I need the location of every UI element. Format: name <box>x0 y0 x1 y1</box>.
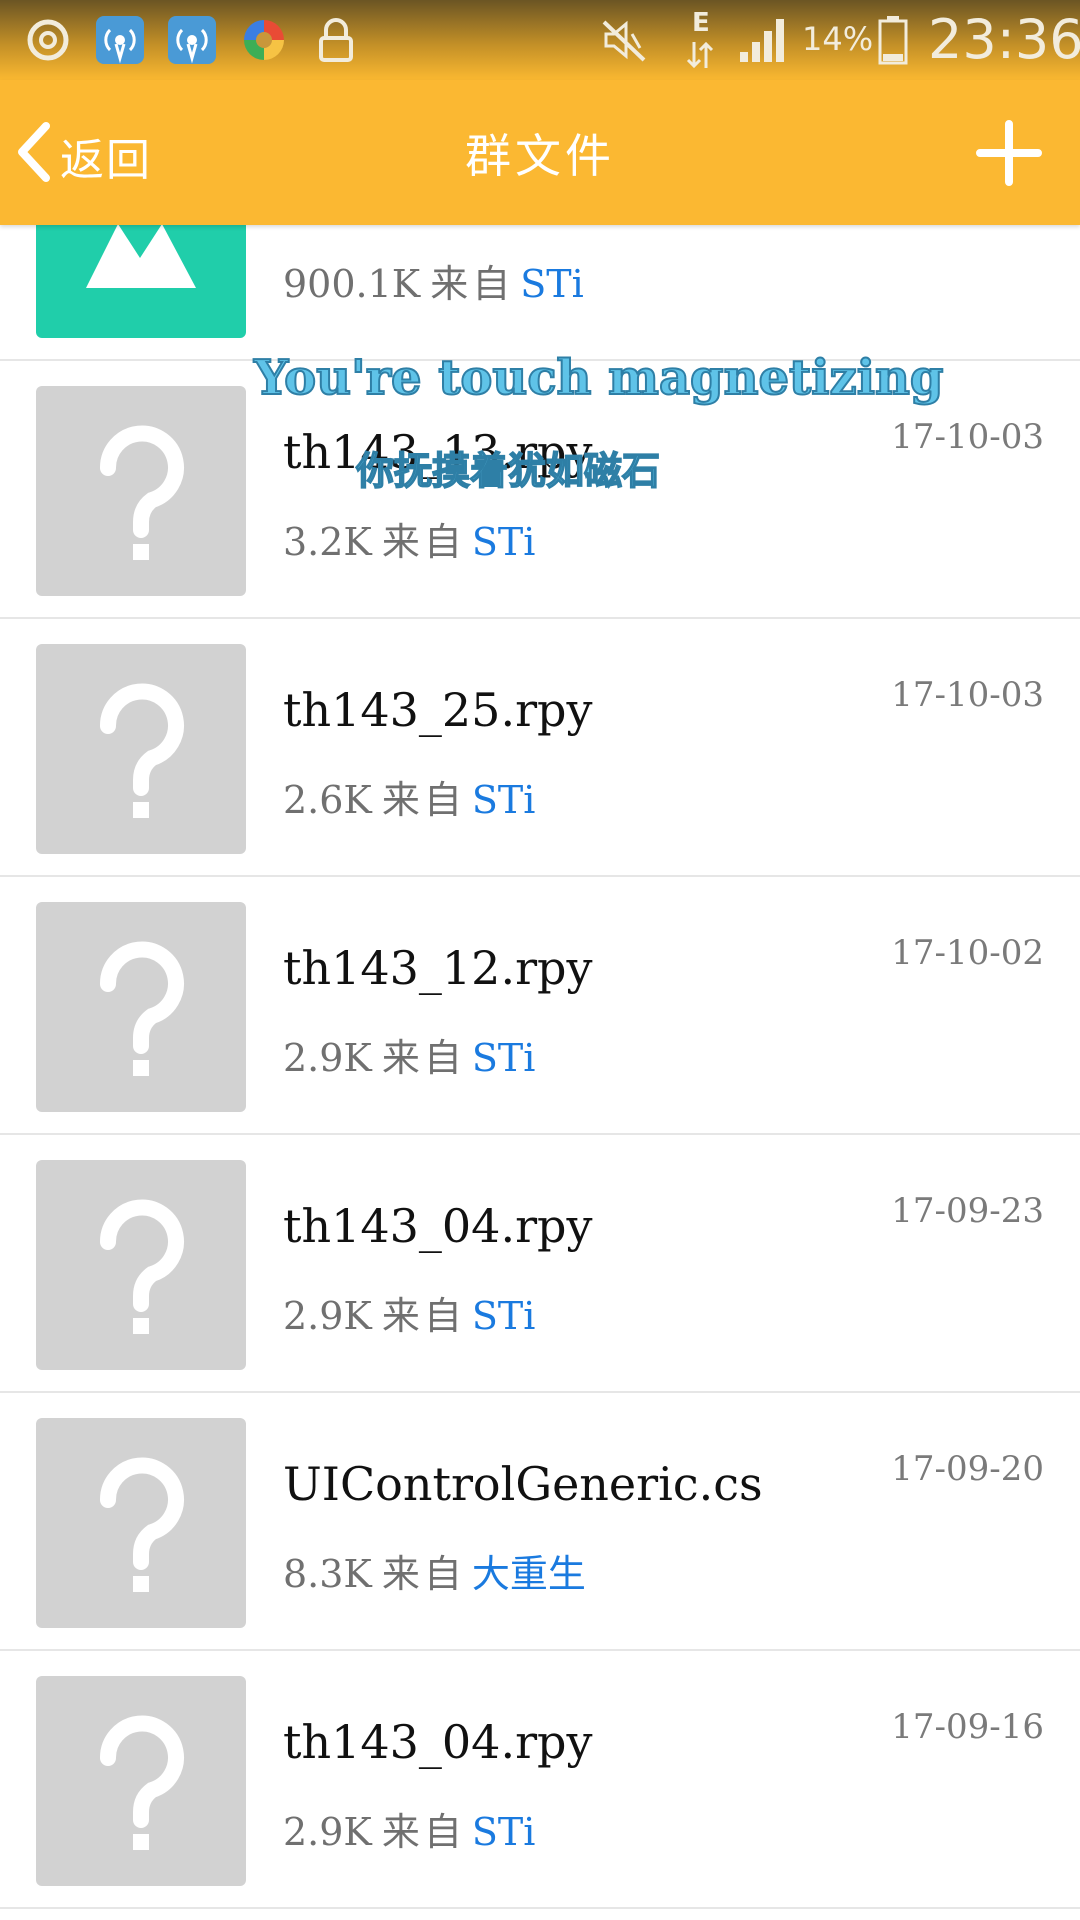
from-label: 来自 <box>381 1036 466 1080</box>
unknown-file-icon <box>36 1676 246 1886</box>
file-row[interactable]: 900.1K 来自 STi <box>0 225 1080 361</box>
file-row[interactable]: th143_25.rpy 2.6K 来自 STi 17-10-03 <box>0 619 1080 877</box>
unknown-file-icon <box>36 386 246 596</box>
unknown-file-icon <box>36 1160 246 1370</box>
file-size: 2.9K <box>283 1036 372 1080</box>
battery-icon <box>878 16 908 65</box>
from-label: 来自 <box>381 778 466 822</box>
sender-link[interactable]: STi <box>472 778 536 822</box>
file-name: UIControlGeneric.cs <box>283 1457 763 1511</box>
unknown-file-icon <box>36 1418 246 1628</box>
unknown-file-icon <box>36 644 246 854</box>
sender-link[interactable]: STi <box>472 520 536 564</box>
file-size: 3.2K <box>283 520 372 564</box>
from-label: 来自 <box>381 1810 466 1854</box>
netease-music-icon <box>27 19 69 61</box>
from-label: 来自 <box>381 1294 466 1338</box>
page-title: 群文件 <box>465 129 615 183</box>
file-row[interactable]: th143_12.rpy 2.9K 来自 STi 17-10-02 <box>0 877 1080 1135</box>
file-meta: 2.6K 来自 STi <box>283 769 535 824</box>
unknown-file-icon <box>36 902 246 1112</box>
lock-icon <box>319 18 353 62</box>
file-meta: 3.2K 来自 STi <box>283 511 535 566</box>
from-label: 来自 <box>381 1552 466 1596</box>
file-row[interactable]: UIControlGeneric.cs 8.3K 来自 大重生 17-09-20 <box>0 1393 1080 1651</box>
file-date: 17-10-03 <box>891 417 1044 457</box>
file-size: 2.6K <box>283 778 372 822</box>
image-file-icon <box>36 225 246 338</box>
file-date: 17-09-16 <box>891 1707 1044 1747</box>
file-meta: 2.9K 来自 STi <box>283 1027 535 1082</box>
battery-percent: 14% <box>802 20 874 58</box>
file-row[interactable]: th143_04.rpy 2.9K 来自 STi 17-09-23 <box>0 1135 1080 1393</box>
file-meta: 2.9K 来自 STi <box>283 1801 535 1856</box>
file-name: th143_04.rpy <box>283 1199 593 1253</box>
mute-icon <box>602 20 646 62</box>
sender-link[interactable]: STi <box>472 1036 536 1080</box>
colorful-app-icon <box>244 20 284 60</box>
sender-link[interactable]: STi <box>472 1810 536 1854</box>
clock: 23:36 <box>928 8 1080 71</box>
network-type-label: E <box>692 8 710 38</box>
sender-link[interactable]: 大重生 <box>472 1552 586 1596</box>
wifi-hotspot-icon <box>168 16 216 64</box>
title-bar: 返回 群文件 <box>0 80 1080 225</box>
from-label: 来自 <box>430 262 515 306</box>
sender-link[interactable]: STi <box>520 262 584 306</box>
file-name: th143_13.rpy <box>283 425 593 479</box>
file-date: 17-10-03 <box>891 675 1044 715</box>
status-bar: E 14% 23:36 <box>0 0 1080 80</box>
file-size: 8.3K <box>283 1552 372 1596</box>
file-size: 2.9K <box>283 1294 372 1338</box>
file-list[interactable]: 900.1K 来自 STi th143_13.rpy 3.2K 来自 STi 17-10-03… <box>0 225 1080 1920</box>
from-label: 来自 <box>381 520 466 564</box>
file-date: 17-09-23 <box>891 1191 1044 1231</box>
file-name: th143_04.rpy <box>283 1715 593 1769</box>
wifi-hotspot-icon <box>96 16 144 64</box>
plus-icon[interactable] <box>974 118 1044 188</box>
file-row[interactable]: th143_13.rpy 3.2K 来自 STi 17-10-03 <box>0 361 1080 619</box>
file-name: th143_25.rpy <box>283 683 593 737</box>
file-meta: 8.3K 来自 大重生 <box>283 1543 586 1598</box>
file-size: 2.9K <box>283 1810 372 1854</box>
file-size: 900.1K <box>283 262 421 306</box>
sender-link[interactable]: STi <box>472 1294 536 1338</box>
file-meta: 2.9K 来自 STi <box>283 1285 535 1340</box>
file-name: th143_12.rpy <box>283 941 593 995</box>
data-arrows-icon <box>686 41 714 69</box>
file-date: 17-10-02 <box>891 933 1044 973</box>
signal-icon <box>740 19 784 62</box>
file-date: 17-09-20 <box>891 1449 1044 1489</box>
file-row[interactable]: th143_04.rpy 2.9K 来自 STi 17-09-16 <box>0 1651 1080 1909</box>
file-meta: 900.1K 来自 STi <box>283 253 584 308</box>
